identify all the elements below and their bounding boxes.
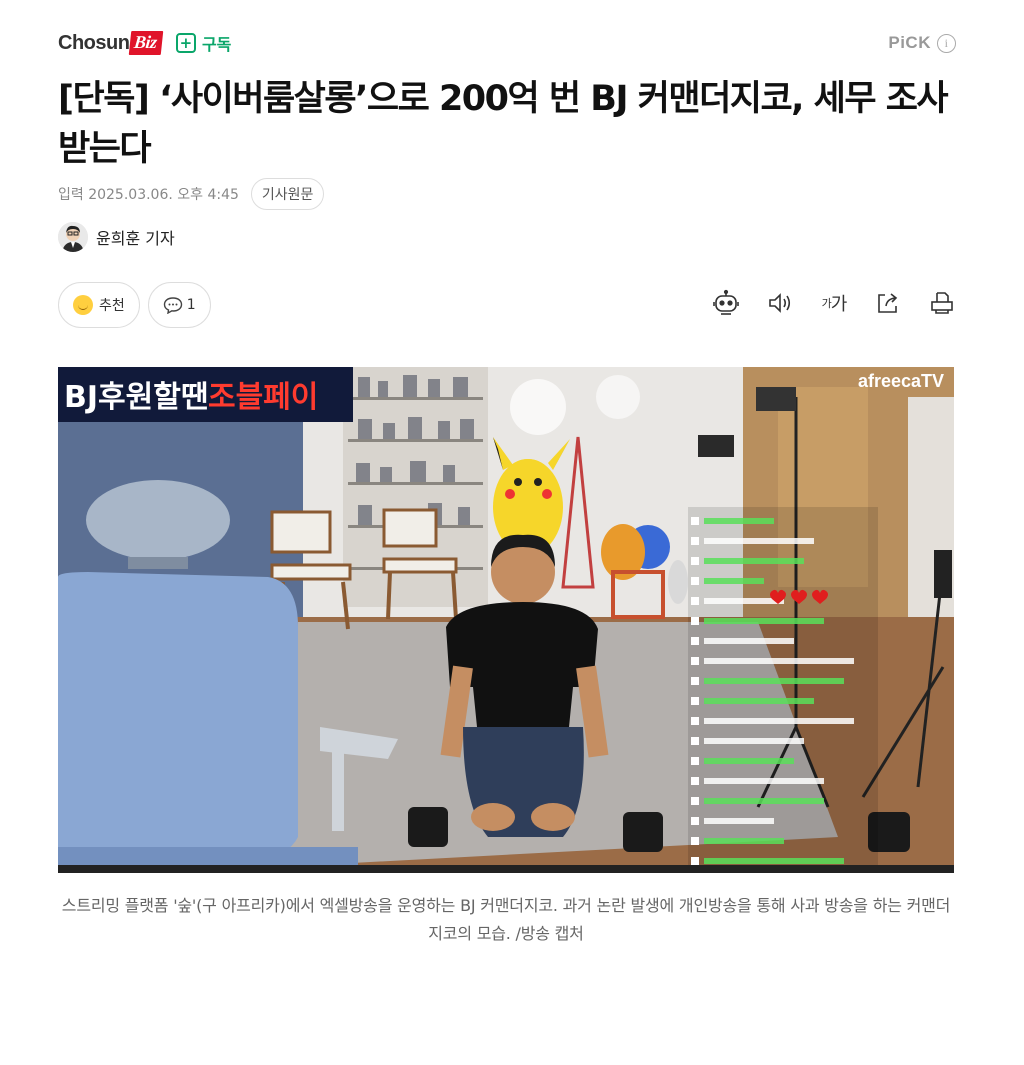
photo-caption: 스트리밍 플랫폼 '숲'(구 아프리카)에서 엑셀방송을 운영하는 BJ 커맨더… <box>61 896 951 943</box>
comment-count: 1 <box>186 297 196 313</box>
recommend-label: 추천 <box>99 298 125 314</box>
author-name: 윤희훈 기자 <box>96 229 175 248</box>
logo-text: Chosun <box>58 31 130 54</box>
print-icon[interactable] <box>928 288 956 318</box>
speaker-icon[interactable] <box>766 288 794 318</box>
article-photo: BJ후원할땐 조블페이 afreecaTV <box>58 367 954 873</box>
comment-button[interactable]: 1 <box>147 282 211 328</box>
share-icon[interactable] <box>874 288 902 318</box>
article-meta: 입력 2025.03.06. 오후 4:45 기사원문 <box>58 178 325 210</box>
pick-badge[interactable]: PiCK i <box>888 33 956 53</box>
smile-icon <box>73 295 93 315</box>
chosunbiz-logo[interactable]: Chosun Biz <box>58 31 164 55</box>
comment-icon <box>163 296 183 314</box>
afreeca-watermark: afreecaTV <box>858 371 944 391</box>
reaction-bar: 추천 1 <box>58 282 211 328</box>
article-toolbar: 가가 <box>712 288 956 318</box>
text-size-small-label: 가 <box>821 297 832 310</box>
plus-icon: + <box>175 33 196 53</box>
site-header: Chosun Biz + 구독 PiCK i <box>58 26 956 60</box>
subscribe-label: 구독 <box>201 35 232 54</box>
overlay-prefix-text: BJ후원할땐 <box>64 380 208 415</box>
author-avatar <box>58 222 88 252</box>
author-byline[interactable]: 윤희훈 기자 <box>58 222 175 252</box>
published-date: 입력 2025.03.06. 오후 4:45 <box>58 187 239 203</box>
pick-label: PiCK <box>888 33 931 52</box>
info-icon[interactable]: i <box>937 33 956 53</box>
recommend-button[interactable]: 추천 <box>58 282 140 328</box>
original-article-link[interactable]: 기사원문 <box>250 178 325 210</box>
logo-accent: Biz <box>129 31 164 55</box>
text-size-icon[interactable]: 가가 <box>820 288 848 318</box>
overlay-highlight-text: 조블페이 <box>208 380 318 415</box>
text-size-large-label: 가 <box>830 294 848 315</box>
article-title: [단독] ‘사이버룸살롱’으로 200억 번 BJ 커맨더지코, 세무 조사 받… <box>58 79 949 169</box>
subscribe-button[interactable]: + 구독 <box>175 31 232 55</box>
robot-summary-icon[interactable] <box>712 288 740 318</box>
